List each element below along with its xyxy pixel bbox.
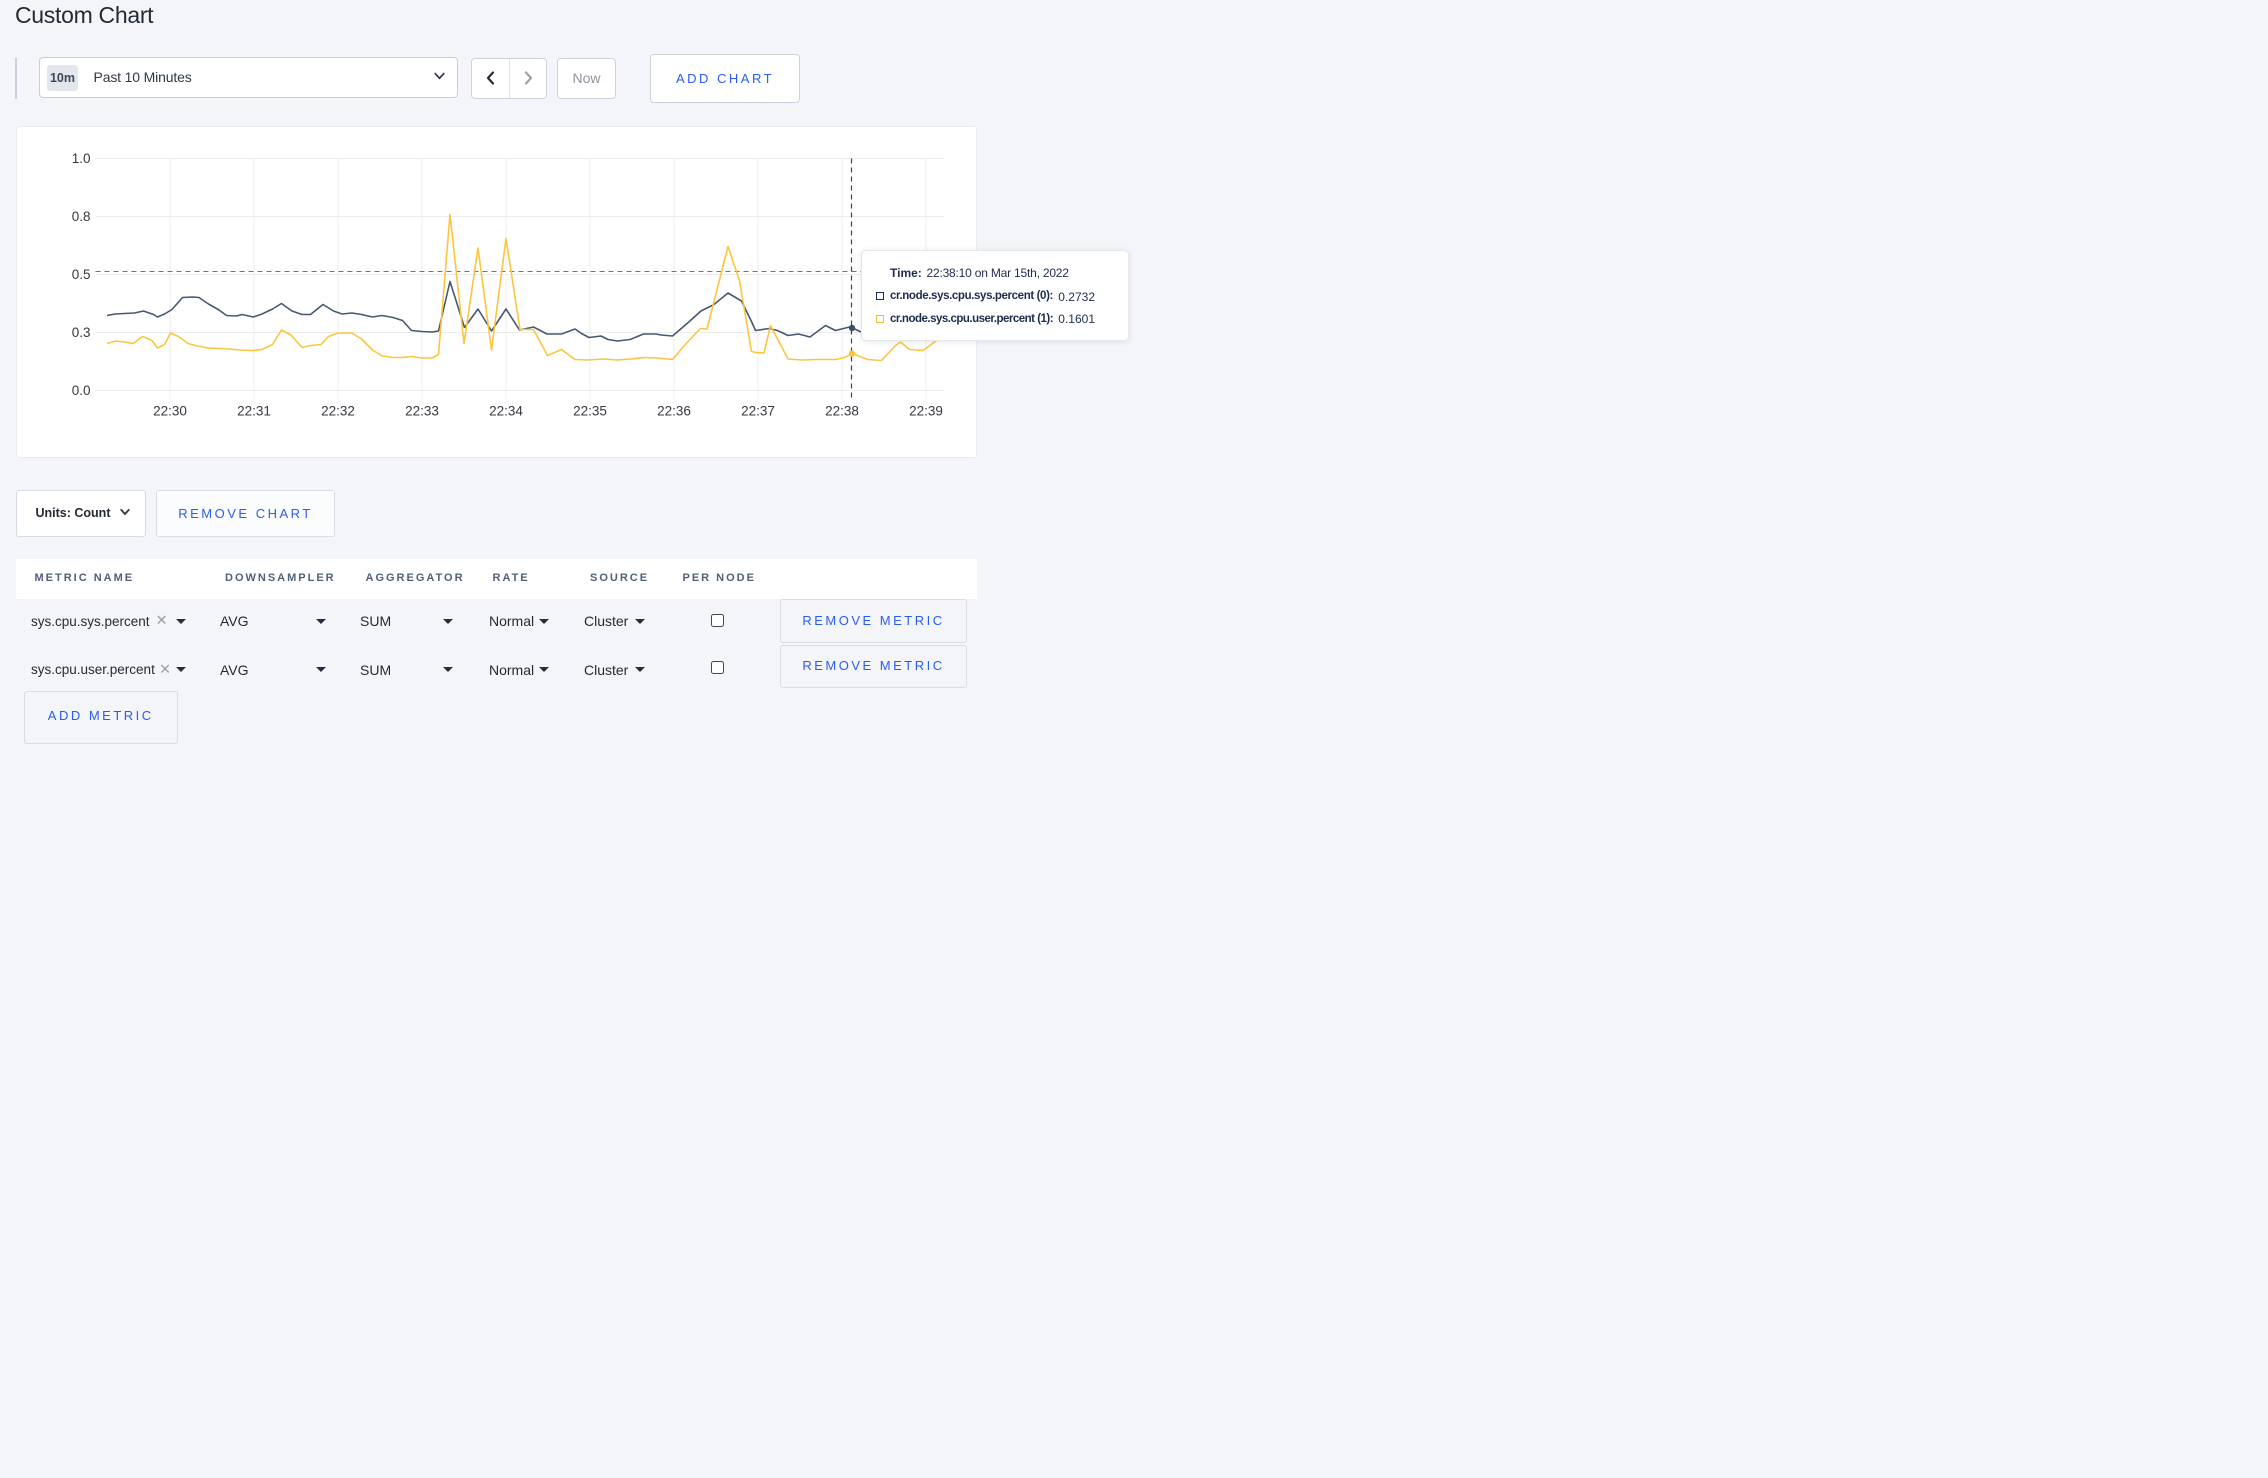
svg-text:1.0: 1.0 <box>71 151 90 166</box>
svg-text:22:38: 22:38 <box>825 403 859 418</box>
svg-text:22:31: 22:31 <box>237 403 271 418</box>
svg-text:22:30: 22:30 <box>153 403 187 418</box>
svg-text:22:37: 22:37 <box>741 403 775 418</box>
svg-text:22:36: 22:36 <box>657 403 691 418</box>
svg-text:22:33: 22:33 <box>405 403 439 418</box>
svg-text:0.8: 0.8 <box>71 209 90 224</box>
svg-text:0.5: 0.5 <box>71 267 90 282</box>
svg-text:22:39: 22:39 <box>909 403 943 418</box>
svg-text:22:32: 22:32 <box>321 403 355 418</box>
svg-text:22:35: 22:35 <box>573 403 607 418</box>
svg-text:0.3: 0.3 <box>71 325 90 340</box>
svg-text:0.0: 0.0 <box>71 383 90 398</box>
svg-text:22:34: 22:34 <box>489 403 523 418</box>
